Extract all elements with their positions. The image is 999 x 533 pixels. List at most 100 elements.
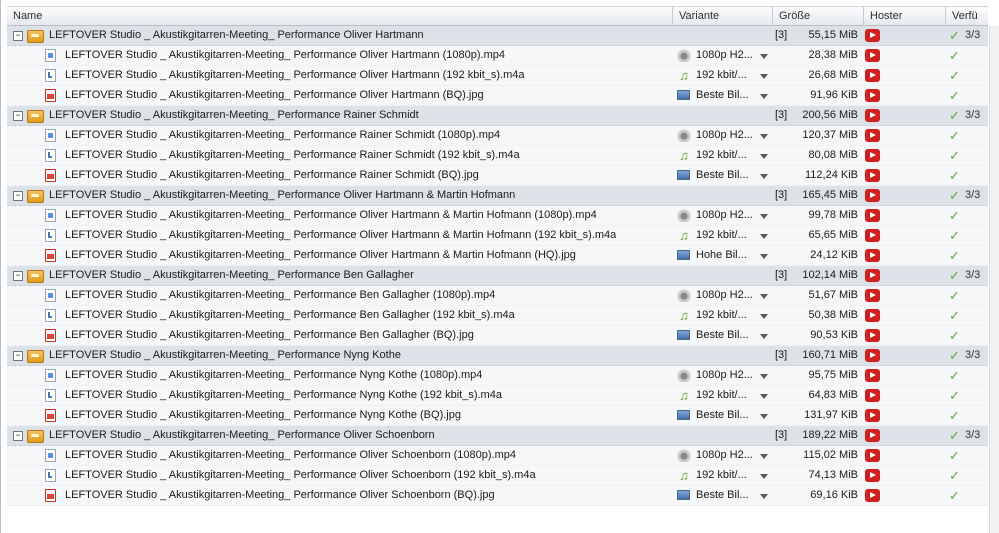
variant-select[interactable]: 1080p H2... [696,46,758,65]
column-availability[interactable]: Verfü [946,7,988,26]
collapse-toggle-icon[interactable]: − [13,431,23,441]
file-row[interactable]: LEFTOVER Studio _ Akustikgitarren-Meetin… [7,146,988,166]
file-row[interactable]: LEFTOVER Studio _ Akustikgitarren-Meetin… [7,226,988,246]
file-row[interactable]: LEFTOVER Studio _ Akustikgitarren-Meetin… [7,306,988,326]
file-size: 24,12 KiB [810,249,858,261]
variant-select[interactable]: Beste Bil... [696,486,758,505]
checkmark-icon: ✓ [949,108,960,123]
collapse-toggle-icon[interactable]: − [13,31,23,41]
file-size: 65,65 MiB [808,229,858,241]
variant-select[interactable]: 192 kbit/... [696,66,758,85]
file-row[interactable]: LEFTOVER Studio _ Akustikgitarren-Meetin… [7,406,988,426]
package-row[interactable]: − LEFTOVER Studio _ Akustikgitarren-Meeti… [7,426,988,446]
file-name: LEFTOVER Studio _ Akustikgitarren-Meetin… [65,369,483,381]
collapse-toggle-icon[interactable]: − [13,351,23,361]
file-row[interactable]: LEFTOVER Studio _ Akustikgitarren-Meetin… [7,386,988,406]
package-row[interactable]: − LEFTOVER Studio _ Akustikgitarren-Meeti… [7,106,988,126]
variant-select[interactable]: 1080p H2... [696,126,758,145]
chevron-down-icon[interactable] [760,74,768,79]
chevron-down-icon[interactable] [760,94,768,99]
package-row[interactable]: − LEFTOVER Studio _ Akustikgitarren-Meeti… [7,266,988,286]
chevron-down-icon[interactable] [760,234,768,239]
file-row[interactable]: LEFTOVER Studio _ Akustikgitarren-Meetin… [7,126,988,146]
youtube-hoster-icon [865,409,880,422]
variant-select[interactable]: 192 kbit/... [696,306,758,325]
variant-select[interactable]: Hohe Bil... [696,246,758,265]
collapse-toggle-icon[interactable]: − [13,271,23,281]
file-row[interactable]: LEFTOVER Studio _ Akustikgitarren-Meetin… [7,86,988,106]
variant-select[interactable]: 1080p H2... [696,286,758,305]
file-name: LEFTOVER Studio _ Akustikgitarren-Meetin… [65,49,505,61]
checkmark-icon: ✓ [949,348,960,363]
file-row[interactable]: LEFTOVER Studio _ Akustikgitarren-Meetin… [7,246,988,266]
file-row[interactable]: LEFTOVER Studio _ Akustikgitarren-Meetin… [7,446,988,466]
jpg-file-icon [45,89,56,102]
variant-select[interactable]: Beste Bil... [696,86,758,105]
chevron-down-icon[interactable] [760,374,768,379]
chevron-down-icon[interactable] [760,334,768,339]
column-size[interactable]: Größe [773,7,864,26]
youtube-hoster-icon [865,229,880,242]
file-row[interactable]: LEFTOVER Studio _ Akustikgitarren-Meetin… [7,66,988,86]
checkmark-icon: ✓ [949,408,960,423]
chevron-down-icon[interactable] [760,394,768,399]
file-row[interactable]: LEFTOVER Studio _ Akustikgitarren-Meetin… [7,326,988,346]
youtube-hoster-icon [865,309,880,322]
variant-select[interactable]: 1080p H2... [696,366,758,385]
file-row[interactable]: LEFTOVER Studio _ Akustikgitarren-Meetin… [7,46,988,66]
package-availability: 3/3 [965,189,981,201]
file-name: LEFTOVER Studio _ Akustikgitarren-Meetin… [65,309,515,321]
variant-select[interactable]: 192 kbit/... [696,226,758,245]
file-row[interactable]: LEFTOVER Studio _ Akustikgitarren-Meetin… [7,466,988,486]
chevron-down-icon[interactable] [760,154,768,159]
youtube-hoster-icon [865,89,880,102]
variant-select[interactable]: Beste Bil... [696,406,758,425]
variant-select[interactable]: 192 kbit/... [696,146,758,165]
chevron-down-icon[interactable] [760,214,768,219]
collapse-toggle-icon[interactable]: − [13,111,23,121]
checkmark-icon: ✓ [949,88,960,103]
chevron-down-icon[interactable] [760,134,768,139]
variant-select[interactable]: Beste Bil... [696,166,758,185]
file-row[interactable]: LEFTOVER Studio _ Akustikgitarren-Meetin… [7,366,988,386]
variant-select[interactable]: 192 kbit/... [696,386,758,405]
chevron-down-icon[interactable] [760,474,768,479]
vertical-scrollbar[interactable] [989,26,999,533]
variant-select[interactable]: 192 kbit/... [696,466,758,485]
chevron-down-icon[interactable] [760,254,768,259]
column-variant[interactable]: Variante [673,7,773,26]
file-row[interactable]: LEFTOVER Studio _ Akustikgitarren-Meetin… [7,286,988,306]
file-row[interactable]: LEFTOVER Studio _ Akustikgitarren-Meetin… [7,166,988,186]
package-row[interactable]: − LEFTOVER Studio _ Akustikgitarren-Meeti… [7,186,988,206]
file-size: 50,38 MiB [808,309,858,321]
mp4-file-icon [45,449,56,462]
package-size: 102,14 MiB [802,269,858,281]
package-size: 55,15 MiB [808,29,858,41]
chevron-down-icon[interactable] [760,54,768,59]
chevron-down-icon[interactable] [760,414,768,419]
file-size: 120,37 MiB [802,129,858,141]
chevron-down-icon[interactable] [760,294,768,299]
chevron-down-icon[interactable] [760,314,768,319]
variant-select[interactable]: 1080p H2... [696,446,758,465]
music-note-icon: ♫ [679,468,689,483]
column-name[interactable]: Name [7,7,673,26]
package-row[interactable]: − LEFTOVER Studio _ Akustikgitarren-Meeti… [7,346,988,366]
chevron-down-icon[interactable] [760,494,768,499]
image-icon [677,170,690,180]
youtube-hoster-icon [865,49,880,62]
variant-select[interactable]: 1080p H2... [696,206,758,225]
file-name: LEFTOVER Studio _ Akustikgitarren-Meetin… [65,209,597,221]
mp4-file-icon [45,49,56,62]
checkmark-icon: ✓ [949,28,960,43]
file-row[interactable]: LEFTOVER Studio _ Akustikgitarren-Meetin… [7,206,988,226]
variant-select[interactable]: Beste Bil... [696,326,758,345]
column-hoster[interactable]: Hoster [864,7,946,26]
file-size: 51,67 MiB [808,289,858,301]
package-row[interactable]: − LEFTOVER Studio _ Akustikgitarren-Meeti… [7,26,988,46]
collapse-toggle-icon[interactable]: − [13,191,23,201]
chevron-down-icon[interactable] [760,174,768,179]
file-row[interactable]: LEFTOVER Studio _ Akustikgitarren-Meetin… [7,486,988,506]
checkmark-icon: ✓ [949,248,960,263]
chevron-down-icon[interactable] [760,454,768,459]
